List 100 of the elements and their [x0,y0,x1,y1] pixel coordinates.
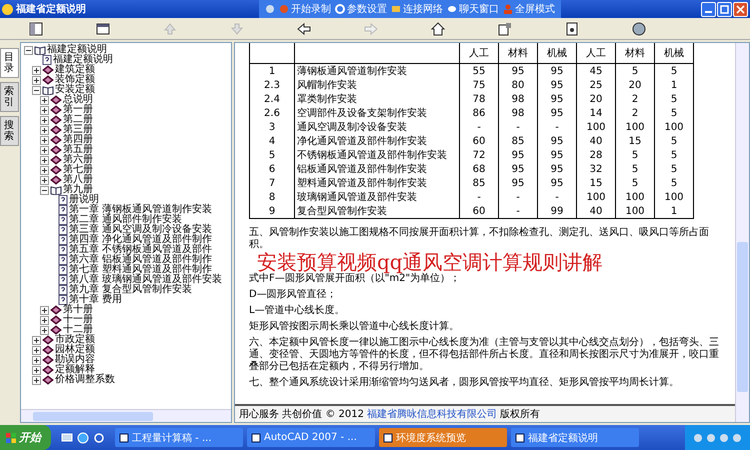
expand-icon[interactable] [40,136,49,144]
tree-item[interactable]: 建筑定额 [55,65,95,75]
tree-item[interactable]: 总说明 [63,95,93,105]
expand-icon[interactable] [40,316,49,324]
tree-item[interactable]: 十一册 [63,315,93,325]
expand-icon[interactable] [40,106,49,114]
tree-item[interactable]: 第八章 玻璃钢通风管道及部件安装 [69,275,222,285]
table-cell: 100 [616,120,654,134]
side-tab[interactable]: 目录 [0,48,19,78]
tree-item[interactable]: 第六章 铝板通风管道及部件制作 [69,255,212,265]
recorder-button[interactable]: 开始录制 [279,2,331,16]
window-icon[interactable] [95,20,111,36]
recorder-button[interactable]: 聊天窗口 [447,2,499,16]
collapse-icon[interactable] [40,186,49,194]
tree-item[interactable]: 福建定额说明 [53,55,113,65]
expand-icon[interactable] [32,346,41,354]
tree-item[interactable]: 第三册 [63,125,93,135]
tree-item[interactable]: 第二章 通风部件制作安装 [69,215,182,225]
company-link[interactable]: 福建省腾咏信息科技有限公司 [367,407,497,421]
taskbar-button[interactable]: 工程量计算稿 - ... [115,428,243,447]
tree-item[interactable]: 第八册 [63,175,93,185]
hide-panel-icon[interactable] [28,20,44,36]
table-cell: 铝板通风管道及部件制作安装 [294,162,460,176]
tree-item[interactable]: 第一章 薄钢板通风管道制作安装 [69,205,212,215]
tree-item[interactable]: 安装定额 [55,85,95,95]
tree-item[interactable]: 第五章 不锈钢板通风管道及部件 [69,245,212,255]
book-icon [42,345,54,355]
expand-icon[interactable] [40,96,49,104]
paragraph: 矩形风管按图示周长乘以管道中心线长度计算。 [249,321,460,333]
horizontal-scrollbar[interactable] [21,409,231,422]
recorder-button[interactable]: 全屏模式 [503,2,555,16]
help-page-icon [58,215,68,225]
start-button[interactable]: 开始 [0,425,51,450]
tree-item[interactable]: 市政定额 [55,335,95,345]
desktop-icon[interactable] [61,432,73,444]
taskbar-button[interactable]: 福建省定额说明 [511,428,639,447]
book-icon [42,365,54,375]
expand-icon[interactable] [40,116,49,124]
maximize-button[interactable] [717,2,732,16]
back-arrow-icon[interactable] [296,20,312,36]
book-icon [42,75,54,85]
tree-item[interactable]: 第三章 通风空调及制冷设备安装 [69,225,212,235]
expand-icon[interactable] [40,306,49,314]
home-icon[interactable] [430,20,446,36]
column-header: 人工 [576,43,616,64]
tree-item[interactable]: 第十册 [63,305,93,315]
collapse-icon[interactable] [32,86,41,94]
tree-item[interactable]: 册说明 [69,195,99,205]
book-icon [50,95,62,105]
expand-icon[interactable] [40,176,49,184]
collapse-icon[interactable] [24,46,33,54]
recorder-button[interactable]: 连接网络 [391,2,443,16]
tree-item[interactable]: 第四册 [63,135,93,145]
tree-item[interactable]: 福建定额说明 [47,45,107,55]
expand-icon[interactable] [40,166,49,174]
tree-item[interactable]: 第一册 [63,105,93,115]
close-button[interactable] [733,2,748,16]
table-cell: 2.3 [250,78,294,92]
recorder-button[interactable]: 参数设置 [335,2,387,16]
side-tab[interactable]: 索引 [0,82,19,112]
table-cell: - [538,190,576,204]
expand-icon[interactable] [32,76,41,84]
tree-item[interactable]: 第十章 费用 [69,295,122,305]
tree-item[interactable]: 第九册 [63,185,93,195]
tree-item[interactable]: 价格调整系数 [55,375,115,385]
tree-item[interactable]: 第七章 塑料通风管道及部件制作 [69,265,212,275]
tree-item[interactable]: 园林定额 [55,345,95,355]
table-cell: 78 [460,92,498,106]
paragraph: 式中F—圆形风管展开面积（以"m2"为单位）； [249,273,462,285]
minimize-button[interactable] [701,2,716,16]
tree-item[interactable]: 第四章 净化通风管道及部件制作 [69,235,212,245]
expand-icon[interactable] [32,336,41,344]
expand-icon[interactable] [32,366,41,374]
open-book-icon [42,85,54,95]
table-cell: 2 [616,92,654,106]
expand-icon[interactable] [40,156,49,164]
tree-item[interactable]: 装饰定额 [55,75,95,85]
expand-icon[interactable] [32,376,41,384]
options-icon[interactable] [497,20,513,36]
expand-icon[interactable] [32,66,41,74]
expand-icon[interactable] [40,326,49,334]
tree-item[interactable]: 勘误内容 [55,355,95,365]
tree-item[interactable]: 第九章 复合型风管制作安装 [69,285,192,295]
tree-item[interactable]: 第五册 [63,145,93,155]
expand-icon[interactable] [40,126,49,134]
table-cell: 100 [616,190,654,204]
table-cell: 40 [576,204,616,218]
taskbar-button[interactable]: AutoCAD 2007 - ... [247,428,375,447]
tree-item[interactable]: 定额解释 [55,365,95,375]
tree-item[interactable]: 第六册 [63,155,93,165]
table-cell: 5 [616,162,654,176]
up-arrow-icon [162,20,178,36]
table-cell: 20 [616,78,654,92]
vertical-scrollbar[interactable] [735,43,749,422]
tree-item[interactable]: 第七册 [63,165,93,175]
tree-item[interactable]: 第二册 [63,115,93,125]
side-tab[interactable]: 搜索 [0,116,19,146]
expand-icon[interactable] [32,356,41,364]
tree-item[interactable]: 十二册 [63,325,93,335]
expand-icon[interactable] [40,146,49,154]
